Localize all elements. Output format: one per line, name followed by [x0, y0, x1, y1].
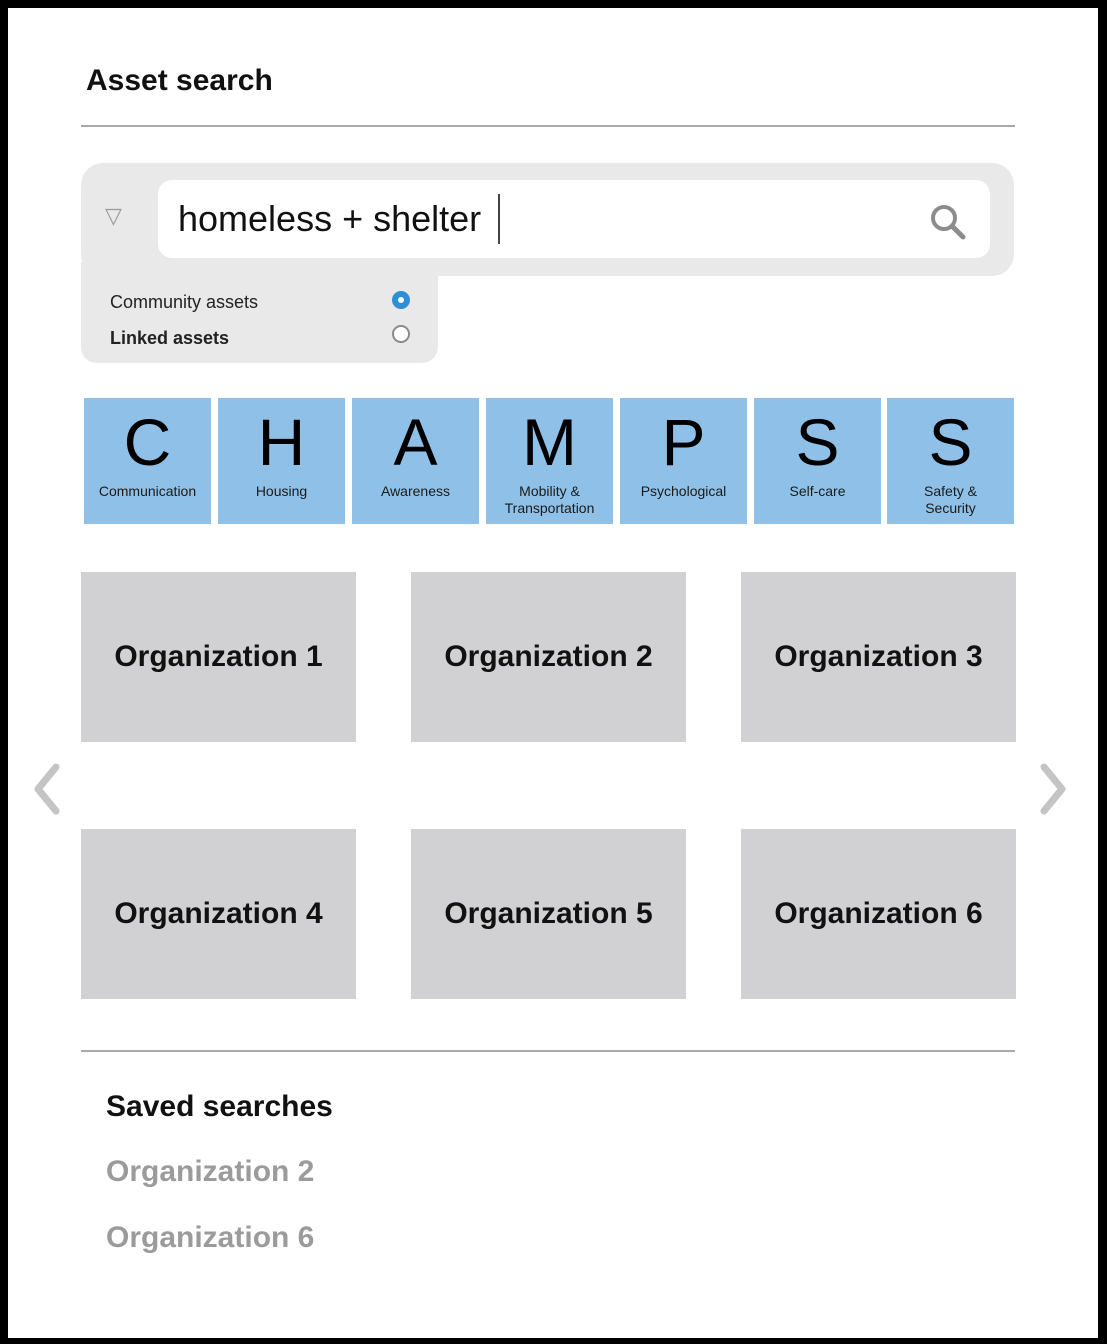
organization-name: Organization 4: [114, 897, 323, 930]
category-self-care[interactable]: S Self-care: [754, 398, 881, 524]
organization-card[interactable]: Organization 3: [741, 572, 1016, 742]
text-caret: [498, 194, 501, 244]
category-mobility-transportation[interactable]: M Mobility & Transportation: [486, 398, 613, 524]
category-safety-security[interactable]: S Safety & Security: [887, 398, 1014, 524]
search-input[interactable]: homeless + shelter: [158, 180, 990, 258]
triangle-down-icon[interactable]: ▽: [105, 205, 122, 227]
category-housing[interactable]: H Housing: [218, 398, 345, 524]
saved-search-item[interactable]: Organization 2: [106, 1155, 314, 1189]
category-label: Awareness: [380, 483, 450, 499]
title-divider: [81, 125, 1015, 127]
category-letter: P: [661, 405, 706, 479]
category-label: Psychological: [640, 483, 727, 499]
organization-name: Organization 1: [114, 640, 323, 673]
filter-label-community-assets: Community assets: [110, 292, 259, 312]
saved-search-item[interactable]: Organization 6: [106, 1221, 314, 1255]
category-label: Self-care: [789, 483, 846, 499]
category-label: Safety & Security: [924, 483, 977, 516]
category-letter: S: [928, 405, 973, 479]
category-label: Communication: [98, 483, 197, 499]
organization-card[interactable]: Organization 5: [411, 829, 686, 999]
champs-categories: C Communication H Housing A Awareness M …: [84, 398, 1014, 524]
category-letter: S: [795, 405, 840, 479]
saved-searches-title: Saved searches: [106, 1090, 333, 1123]
category-letter: M: [522, 405, 577, 479]
category-letter: C: [123, 405, 172, 479]
filter-label-linked-assets: Linked assets: [110, 328, 230, 348]
organization-name: Organization 3: [774, 640, 983, 673]
organization-card[interactable]: Organization 1: [81, 572, 356, 742]
organization-card[interactable]: Organization 4: [81, 829, 356, 999]
chevron-left-icon[interactable]: [30, 762, 64, 816]
category-letter: A: [393, 405, 438, 479]
organization-name: Organization 2: [444, 640, 653, 673]
radio-community-assets[interactable]: [392, 291, 410, 309]
category-letter: H: [257, 405, 306, 479]
radio-linked-assets[interactable]: [392, 325, 410, 343]
saved-divider: [81, 1050, 1015, 1052]
organization-card[interactable]: Organization 6: [741, 829, 1016, 999]
organization-card[interactable]: Organization 2: [411, 572, 686, 742]
category-label: Housing: [255, 483, 308, 499]
category-psychological[interactable]: P Psychological: [620, 398, 747, 524]
search-query-text: homeless + shelter: [178, 198, 482, 239]
category-awareness[interactable]: A Awareness: [352, 398, 479, 524]
page-title: Asset search: [86, 64, 273, 97]
category-communication[interactable]: C Communication: [84, 398, 211, 524]
organization-name: Organization 6: [774, 897, 983, 930]
magnifier-icon[interactable]: [928, 202, 968, 242]
chevron-right-icon[interactable]: [1036, 762, 1070, 816]
category-label: Mobility & Transportation: [504, 483, 595, 516]
organization-name: Organization 5: [444, 897, 653, 930]
